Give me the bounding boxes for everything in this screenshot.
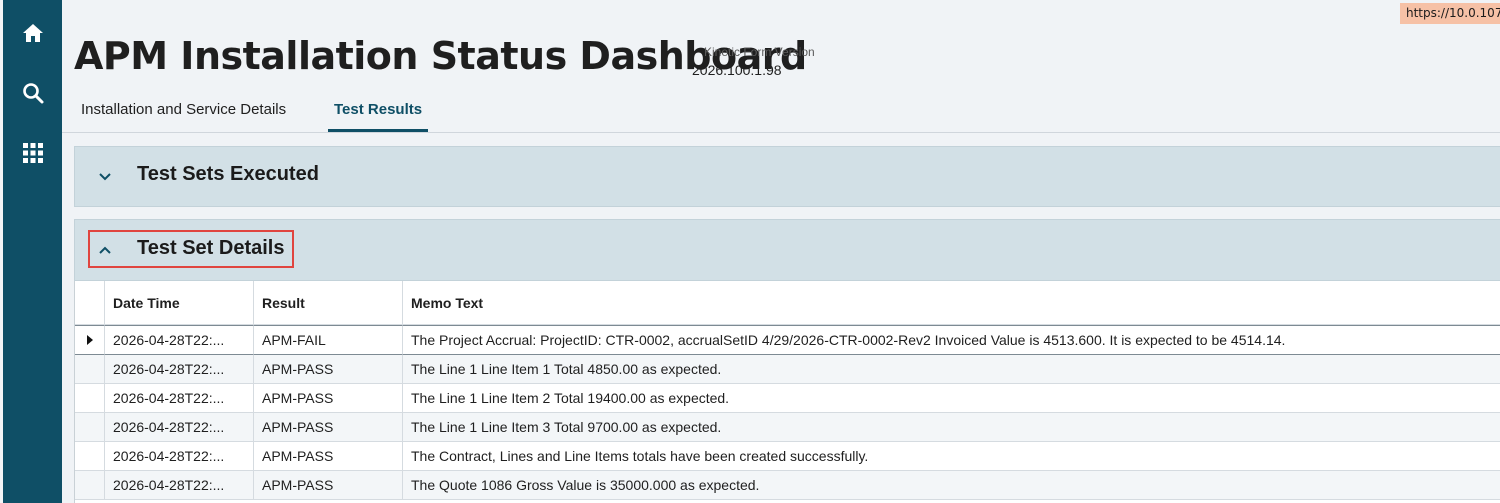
cell-date-time[interactable]: 2026-04-28T22:... [105,413,254,442]
cell-date-time[interactable]: 2026-04-28T22:... [105,325,254,355]
tab-label: Installation and Service Details [81,101,287,118]
row-selector[interactable] [75,413,105,442]
chevron-down-icon[interactable] [97,168,113,184]
tab-test-results[interactable]: Test Results [328,96,429,132]
row-selector[interactable] [75,355,105,384]
main-content: https://10.0.107.27/e105_ APM Installati… [62,0,1500,503]
tab-bar: Installation and Service Details Test Re… [62,96,1500,133]
column-header-memo-text[interactable]: Memo Text [403,281,1500,325]
cell-result[interactable]: APM-PASS [254,355,403,384]
cell-memo-text[interactable]: The Line 1 Line Item 3 Total 9700.00 as … [403,413,1500,442]
cell-result[interactable]: APM-PASS [254,442,403,471]
table-row[interactable]: 2026-04-28T22:... APM-FAIL The Project A… [75,325,1500,355]
cell-memo-text[interactable]: The Line 1 Line Item 2 Total 19400.00 as… [403,384,1500,413]
table-row[interactable]: 2026-04-28T22:... APM-PASS The Quote 108… [75,471,1500,500]
row-selector-header [75,281,105,325]
version-label: Kinetic Form Version [704,45,815,59]
cell-date-time[interactable]: 2026-04-28T22:... [105,471,254,500]
home-icon [22,23,43,42]
search-icon [22,82,43,103]
table-row[interactable]: 2026-04-28T22:... APM-PASS The Contract,… [75,442,1500,471]
cell-result[interactable]: APM-PASS [254,471,403,500]
tab-installation-and-service-details[interactable]: Installation and Service Details [81,96,286,132]
panel-test-set-details-header[interactable]: Test Set Details [74,219,1500,281]
panel-title: Test Sets Executed [137,163,319,185]
cell-result[interactable]: APM-PASS [254,384,403,413]
home-button[interactable] [16,16,49,49]
table-row[interactable]: 2026-04-28T22:... APM-PASS The Line 1 Li… [75,413,1500,442]
apps-grid-icon [22,142,43,163]
cell-result[interactable]: APM-FAIL [254,325,403,355]
test-results-grid: Date Time Result Memo Text 2026-04-28T22… [74,281,1500,503]
cell-result[interactable]: APM-PASS [254,413,403,442]
panel-test-sets-executed-header[interactable]: Test Sets Executed [74,146,1500,207]
cell-date-time[interactable]: 2026-04-28T22:... [105,384,254,413]
table-row[interactable]: 2026-04-28T22:... APM-PASS The Line 1 Li… [75,384,1500,413]
row-selector[interactable] [75,471,105,500]
search-button[interactable] [16,76,49,109]
cell-memo-text[interactable]: The Line 1 Line Item 1 Total 4850.00 as … [403,355,1500,384]
grid-header-row: Date Time Result Memo Text [75,281,1500,325]
version-value: 2026.100.1.98 [692,62,782,78]
cell-date-time[interactable]: 2026-04-28T22:... [105,355,254,384]
left-nav-rail [3,0,62,503]
cell-memo-text[interactable]: The Contract, Lines and Line Items total… [403,442,1500,471]
panel-title: Test Set Details [137,237,285,259]
row-pointer-icon [86,335,93,345]
table-row[interactable]: 2026-04-28T22:... APM-PASS The Line 1 Li… [75,355,1500,384]
cell-memo-text[interactable]: The Quote 1086 Gross Value is 35000.000 … [403,471,1500,500]
column-header-date-time[interactable]: Date Time [105,281,254,325]
row-selector[interactable] [75,384,105,413]
row-selector[interactable] [75,442,105,471]
tab-label: Test Results [334,101,423,118]
cell-memo-text[interactable]: The Project Accrual: ProjectID: CTR-0002… [403,325,1500,355]
apps-button[interactable] [16,136,49,169]
chevron-up-icon[interactable] [97,242,113,258]
url-tooltip: https://10.0.107.27/e105_ [1400,3,1500,24]
row-selector[interactable] [75,325,105,355]
column-header-result[interactable]: Result [254,281,403,325]
cell-date-time[interactable]: 2026-04-28T22:... [105,442,254,471]
